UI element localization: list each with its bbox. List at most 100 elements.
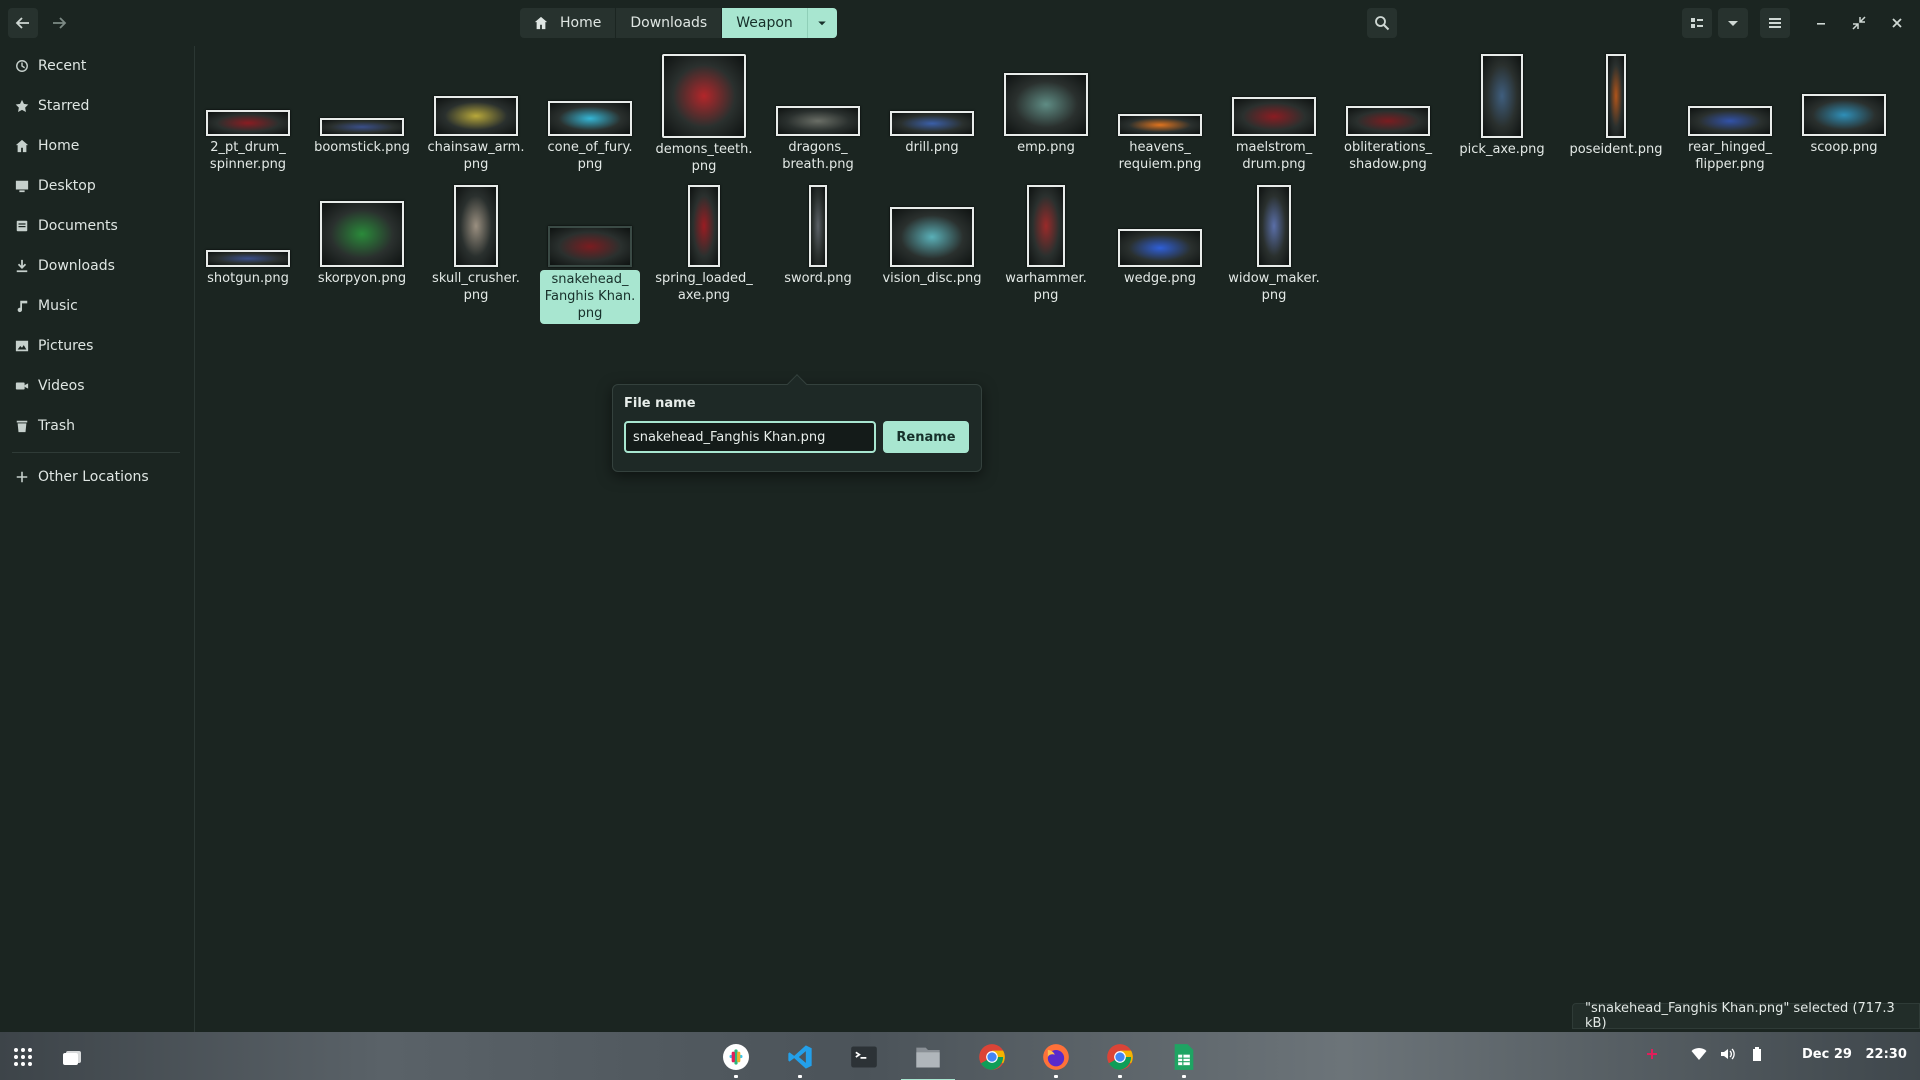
arrow-left-icon [15,17,29,29]
file-item[interactable]: warhammer. png [994,185,1098,304]
forward-button[interactable] [44,8,74,38]
file-name: maelstrom_ drum.png [1235,140,1313,172]
file-item[interactable]: drill.png [880,111,984,156]
search-button[interactable] [1367,8,1397,38]
file-item[interactable]: spring_loaded_ axe.png [652,185,756,304]
sidebar-item-label: Starred [38,98,90,114]
sidebar-item-trash[interactable]: Trash [0,406,195,446]
sidebar-item-other-locations[interactable]: Other Locations [0,457,195,497]
tray-network[interactable] [1691,1046,1707,1062]
taskbar-app-chrome-2[interactable] [1105,1042,1135,1078]
home-icon [15,139,29,153]
sidebar-item-label: Other Locations [38,469,149,485]
restore-button[interactable] [1846,8,1872,38]
file-thumbnail [548,226,632,267]
workspace-icon [63,1051,81,1065]
file-item[interactable]: pick_axe.png [1450,54,1554,158]
file-item[interactable]: shotgun.png [196,250,300,287]
path-downloads[interactable]: Downloads [616,8,723,38]
file-item[interactable]: rear_hinged_ flipper.png [1678,106,1782,173]
taskbar-app-slack[interactable] [721,1042,751,1078]
path-menu-button[interactable] [806,8,837,38]
file-item[interactable]: 2_pt_drum_ spinner.png [196,110,300,173]
file-item[interactable]: wedge.png [1108,229,1212,287]
file-item[interactable]: vision_disc.png [880,207,984,287]
file-item[interactable]: skorpyon.png [310,201,414,287]
taskbar-app-spreadsheet[interactable] [1169,1042,1199,1078]
taskbar-app-chrome[interactable] [977,1042,1007,1072]
sidebar-item-home[interactable]: Home [0,126,195,166]
taskbar-app-terminal[interactable] [849,1042,879,1072]
view-options-button[interactable] [1718,8,1748,38]
file-item[interactable]: poseident.png [1564,54,1668,158]
popover-arrow [787,374,807,394]
file-item[interactable]: cone_of_fury. png [538,101,642,173]
rename-button[interactable]: Rename [883,421,969,453]
sidebar-item-recent[interactable]: Recent [0,46,195,86]
clock-time: 22:30 [1865,1047,1907,1062]
file-item[interactable]: obliterations_ shadow.png [1336,106,1440,173]
minimize-button[interactable] [1808,8,1834,38]
back-button[interactable] [8,8,38,38]
workspace-button[interactable] [57,1042,87,1072]
file-item[interactable]: chainsaw_arm. png [424,96,528,173]
taskbar-app-vscode[interactable] [785,1042,815,1078]
view-toggle-button[interactable] [1682,8,1712,38]
picture-icon [15,340,29,352]
chevron-down-icon [1728,21,1738,26]
file-item[interactable]: skull_crusher. png [424,185,528,304]
file-item-selected[interactable]: snakehead_ Fanghis Khan. png [538,226,642,324]
sidebar-item-music[interactable]: Music [0,286,195,326]
file-item[interactable]: scoop.png [1792,94,1896,156]
sidebar-item-documents[interactable]: Documents [0,206,195,246]
taskbar-app-firefox[interactable] [1041,1042,1071,1078]
document-icon [16,220,28,232]
sidebar-item-label: Pictures [38,338,94,354]
close-button[interactable] [1884,8,1910,38]
file-thumbnail [1004,73,1088,136]
tray-slack[interactable] [1644,1046,1660,1062]
tray-battery[interactable] [1749,1046,1765,1062]
file-name: cone_of_fury. png [547,140,633,172]
file-thumbnail [434,96,518,136]
path-weapon-label: Weapon [736,15,793,31]
sidebar-item-pictures[interactable]: Pictures [0,326,195,366]
taskbar-app-files[interactable] [901,1042,955,1080]
file-thumbnail [688,185,720,267]
file-item[interactable]: heavens_ requiem.png [1108,114,1212,173]
chevron-down-icon [818,21,827,26]
file-thumbnail [1606,54,1626,138]
file-item[interactable]: sword.png [766,185,870,287]
file-item[interactable]: emp.png [994,73,1098,156]
rename-input[interactable] [624,421,876,453]
music-icon [17,300,28,313]
file-name: vision_disc.png [882,271,982,286]
vscode-icon [788,1045,812,1069]
app-grid-button[interactable] [8,1042,38,1072]
file-item[interactable]: dragons_ breath.png [766,106,870,173]
file-item[interactable]: demons_teeth. png [652,54,756,175]
file-item[interactable]: boomstick.png [310,118,414,156]
file-thumbnail [320,201,404,267]
plus-icon [16,471,28,483]
sidebar-item-starred[interactable]: Starred [0,86,195,126]
sidebar-item-videos[interactable]: Videos [0,366,195,406]
tray-volume[interactable] [1719,1046,1735,1062]
file-thumbnail [1232,97,1316,136]
status-bar: "snakehead_Fanghis Khan.png" selected (7… [1572,1001,1920,1031]
path-weapon[interactable]: Weapon [722,8,807,38]
clock[interactable]: Dec 29 22:30 [1802,1047,1907,1062]
search-icon [1375,16,1390,31]
main-menu-button[interactable] [1760,8,1790,38]
sidebar-item-downloads[interactable]: Downloads [0,246,195,286]
sidebar-item-label: Downloads [38,258,115,274]
spreadsheet-icon [1174,1044,1194,1070]
sidebar-item-label: Home [38,138,80,154]
file-thumbnail [809,185,827,267]
file-item[interactable]: widow_maker. png [1222,185,1326,304]
taskbar: Dec 29 22:30 [0,1032,1920,1080]
path-home[interactable]: Home [520,8,617,38]
sidebar-item-desktop[interactable]: Desktop [0,166,195,206]
file-item[interactable]: maelstrom_ drum.png [1222,97,1326,173]
desktop-icon [15,180,29,193]
